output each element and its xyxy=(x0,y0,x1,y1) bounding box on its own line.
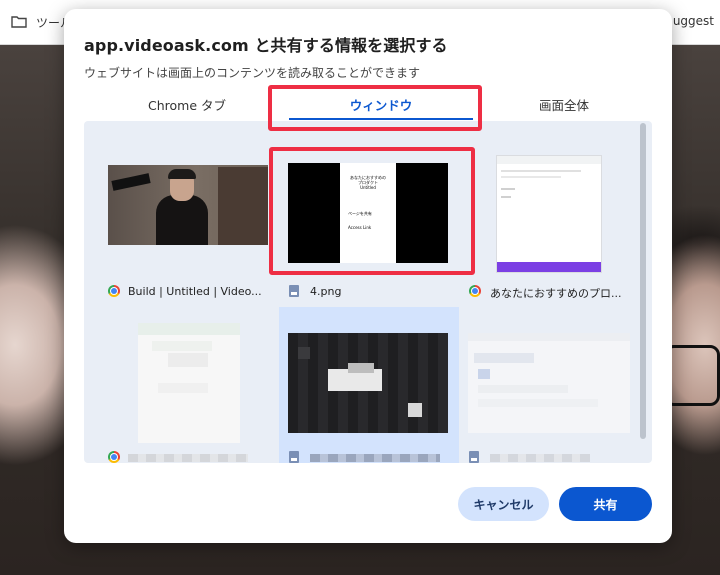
window-thumbnail: あなたにおすすめの プロダクト Untitled ページを共有 Access L… xyxy=(288,163,448,263)
cancel-button[interactable]: キャンセル xyxy=(458,487,549,521)
window-title: 4.png xyxy=(310,285,342,298)
share-button[interactable]: 共有 xyxy=(559,487,652,521)
dialog-subtitle: ウェブサイトは画面上のコンテンツを読み取ることができます xyxy=(84,66,421,80)
active-tab-indicator xyxy=(289,118,473,120)
blurred-title xyxy=(310,454,440,462)
chrome-icon xyxy=(108,285,120,297)
file-icon xyxy=(289,451,299,463)
chrome-icon xyxy=(108,451,120,463)
window-grid: Build | Untitled | Video... あなたにおすすめの プロ… xyxy=(84,121,652,463)
blurred-title xyxy=(128,454,248,462)
dialog-title: app.videoask.com と共有する情報を選択する xyxy=(84,36,448,55)
chrome-icon xyxy=(469,285,481,297)
grid-scrollbar[interactable] xyxy=(638,123,648,439)
window-title: Build | Untitled | Video... xyxy=(128,285,262,298)
window-title: あなたにおすすめのプロ... xyxy=(490,287,622,300)
thumb-heading-text: あなたにおすすめの プロダクト Untitled xyxy=(350,175,386,190)
window-thumbnail xyxy=(138,323,240,443)
folder-icon xyxy=(11,16,27,28)
window-thumbnail xyxy=(108,165,268,245)
share-picker-dialog: app.videoask.com と共有する情報を選択する ウェブサイトは画面上… xyxy=(64,9,672,543)
window-thumbnail xyxy=(496,155,602,273)
blurred-title xyxy=(490,454,590,462)
scrollbar-thumb[interactable] xyxy=(640,123,646,439)
window-thumbnail xyxy=(288,333,448,433)
window-thumbnail xyxy=(468,333,630,433)
file-icon xyxy=(469,451,479,463)
bookmark-suggest-label[interactable]: uggest xyxy=(673,14,714,28)
glasses-shape xyxy=(664,345,720,406)
file-icon xyxy=(289,285,299,297)
